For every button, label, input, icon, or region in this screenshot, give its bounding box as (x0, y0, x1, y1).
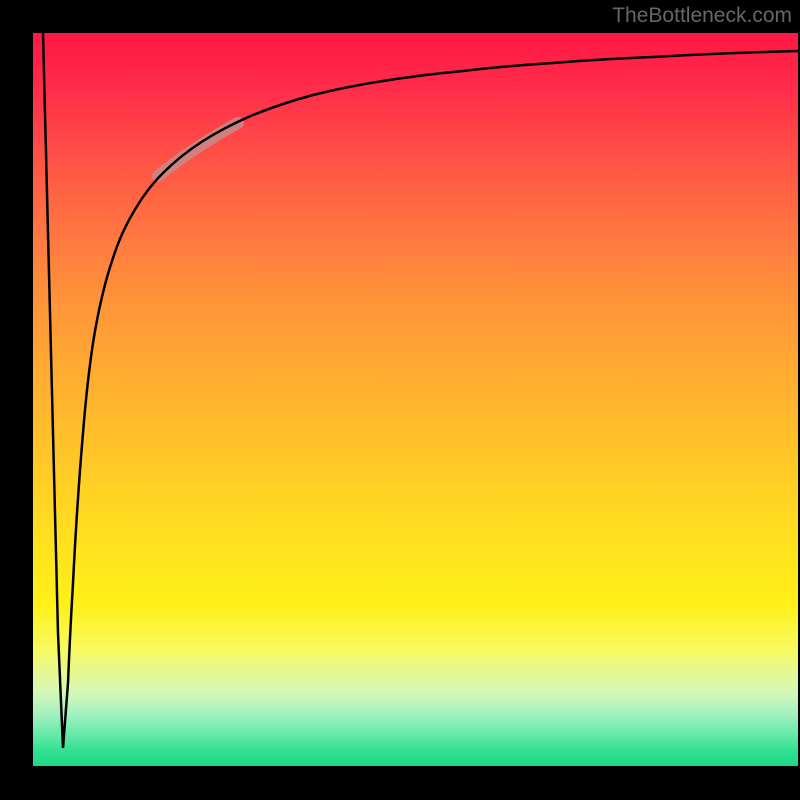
plot-area (33, 33, 798, 766)
main-curve (43, 33, 798, 748)
chart-svg (33, 33, 798, 766)
highlight-segment (158, 123, 238, 176)
watermark-text: TheBottleneck.com (612, 4, 792, 28)
